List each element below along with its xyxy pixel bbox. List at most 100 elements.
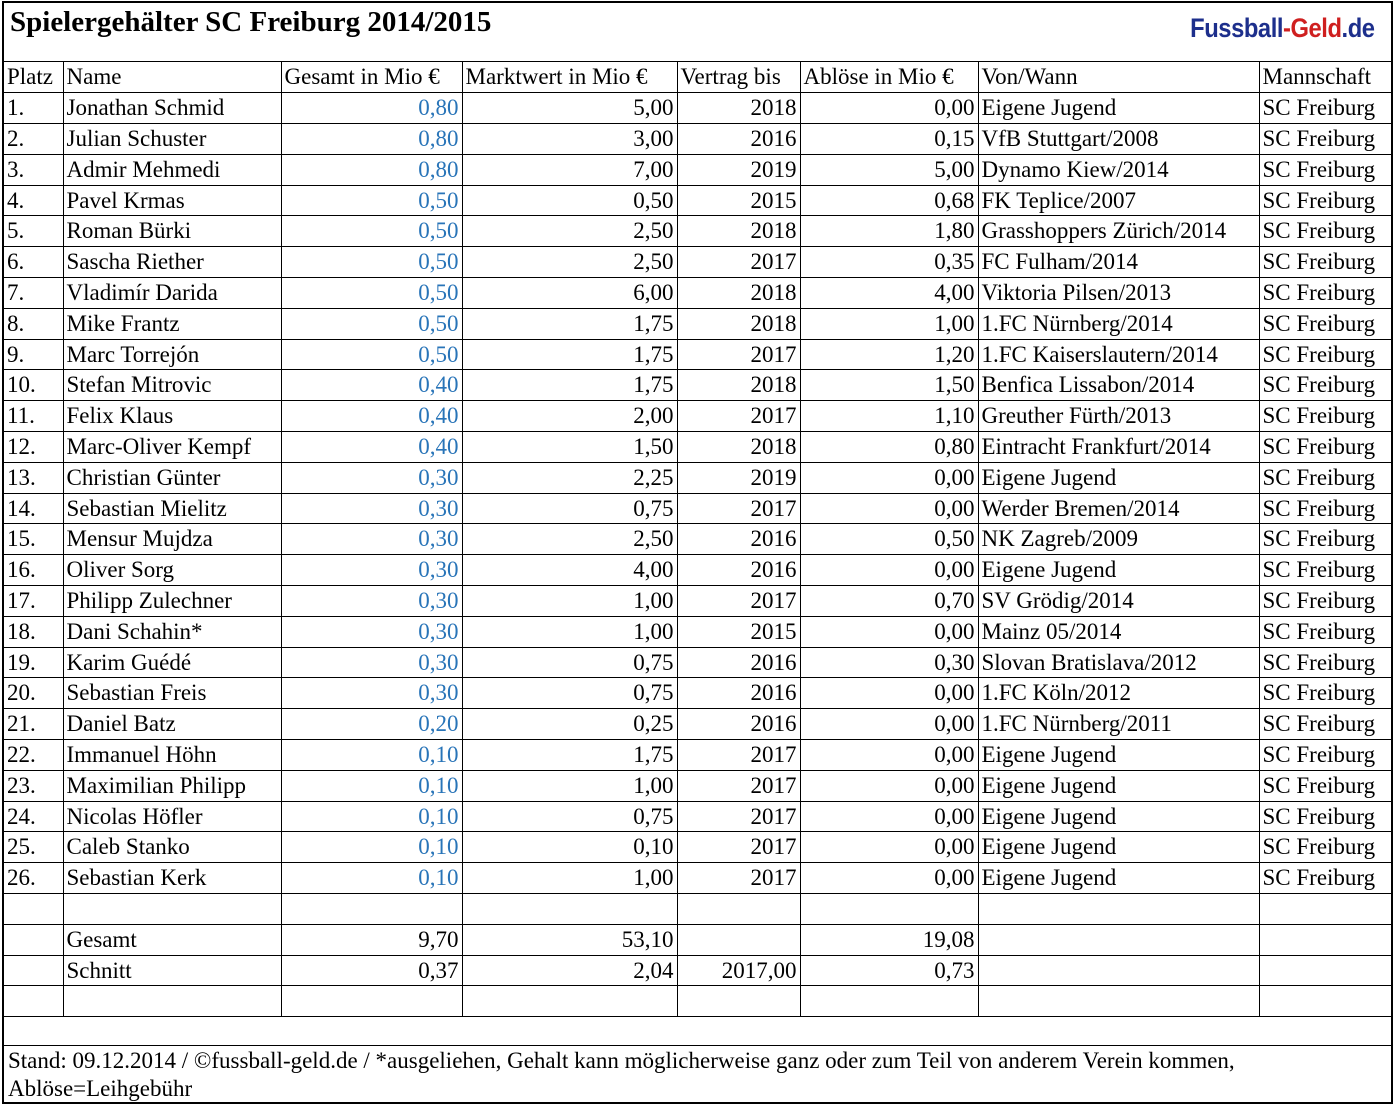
mannschaft-cell: SC Freiburg: [1258, 769, 1391, 802]
table-row: 26. Sebastian Kerk 0,10 1,00 2017 0,00 Eigene …: [4, 862, 1391, 895]
header-gesamt: Gesamt in Mio €: [280, 62, 463, 94]
title-row: Spielergehälter SC Freiburg 2014/2015 Fu…: [4, 3, 1391, 62]
platz-cell: 18.: [4, 615, 64, 648]
name-cell: Christian Günter: [62, 461, 282, 494]
von-wann-cell: Mainz 05/2014: [977, 615, 1260, 648]
marktwert-cell: 5,00: [461, 92, 678, 125]
marktwert-cell: 1,00: [461, 615, 678, 648]
platz-cell: 24.: [4, 800, 64, 833]
name-cell: Admir Mehmedi: [62, 153, 282, 186]
table-row: 4. Pavel Krmas 0,50 0,50 2015 0,68 FK Teplice/…: [4, 184, 1391, 217]
platz-cell: 3.: [4, 153, 64, 186]
marktwert-cell: 2,50: [461, 523, 678, 556]
gesamt-cell: 0,10: [280, 800, 463, 833]
table-row: 5. Roman Bürki 0,50 2,50 2018 1,80 Grasshopper…: [4, 215, 1391, 248]
table-row: 14. Sebastian Mielitz 0,30 0,75 2017 0,00 Werd…: [4, 492, 1391, 525]
mannschaft-cell: SC Freiburg: [1258, 615, 1391, 648]
table-row: 1. Jonathan Schmid 0,80 5,00 2018 0,00 Eigene …: [4, 92, 1391, 125]
vertrag-cell: 2018: [676, 215, 801, 248]
von-wann-cell: Greuther Fürth/2013: [977, 400, 1260, 433]
gesamt-cell: 0,30: [280, 585, 463, 617]
gesamt-cell: 0,50: [280, 338, 463, 371]
vertrag-cell: 2017: [676, 400, 801, 433]
abloese-cell: 0,00: [799, 769, 979, 802]
abloese-cell: 0,00: [799, 92, 979, 125]
marktwert-cell: 1,00: [461, 862, 678, 895]
platz-cell: 17.: [4, 585, 64, 617]
header-von-wann: Von/Wann: [977, 62, 1260, 94]
mannschaft-cell: SC Freiburg: [1258, 246, 1391, 279]
gesamt-cell: 0,30: [280, 523, 463, 556]
name-cell: Vladimír Darida: [62, 277, 282, 309]
table-row: 16. Oliver Sorg 0,30 4,00 2016 0,00 Eigene Jug…: [4, 554, 1391, 587]
von-wann-cell: Grasshoppers Zürich/2014: [977, 215, 1260, 248]
average-vertrag: 2017,00: [676, 954, 801, 987]
abloese-cell: 4,00: [799, 277, 979, 309]
table-row: 19. Karim Guédé 0,30 0,75 2016 0,30 Slovan Bra…: [4, 646, 1391, 679]
marktwert-cell: 0,75: [461, 800, 678, 833]
mannschaft-cell: SC Freiburg: [1258, 184, 1391, 217]
vertrag-cell: 2018: [676, 369, 801, 402]
table-row: 25. Caleb Stanko 0,10 0,10 2017 0,00 Eigene Ju…: [4, 831, 1391, 864]
abloese-cell: 0,35: [799, 246, 979, 279]
name-cell: Jonathan Schmid: [62, 92, 282, 125]
marktwert-cell: 3,00: [461, 123, 678, 155]
totals-label: Gesamt: [62, 923, 282, 956]
platz-cell: 2.: [4, 123, 64, 155]
table-row: 9. Marc Torrejón 0,50 1,75 2017 1,20 1.FC Kais…: [4, 338, 1391, 371]
mannschaft-cell: SC Freiburg: [1258, 862, 1391, 895]
player-rows: 1. Jonathan Schmid 0,80 5,00 2018 0,00 Eigene …: [4, 92, 1391, 895]
vertrag-cell: 2015: [676, 615, 801, 648]
vertrag-cell: 2016: [676, 123, 801, 155]
name-cell: Pavel Krmas: [62, 184, 282, 217]
table-row: 24. Nicolas Höfler 0,10 0,75 2017 0,00 Eigene …: [4, 800, 1391, 833]
gesamt-cell: 0,10: [280, 831, 463, 864]
gesamt-cell: 0,30: [280, 646, 463, 679]
platz-cell: 15.: [4, 523, 64, 556]
mannschaft-cell: SC Freiburg: [1258, 123, 1391, 155]
table-row: 22. Immanuel Höhn 0,10 1,75 2017 0,00 Eigene J…: [4, 739, 1391, 771]
summary-rows: Gesamt 9,70 53,10 19,08 Schnitt 0,37 2,0…: [4, 893, 1391, 1018]
table-row: 23. Maximilian Philipp 0,10 1,00 2017 0,00 Eig…: [4, 769, 1391, 802]
mannschaft-cell: SC Freiburg: [1258, 400, 1391, 433]
von-wann-cell: Eigene Jugend: [977, 554, 1260, 587]
name-cell: Marc-Oliver Kempf: [62, 431, 282, 463]
name-cell: Felix Klaus: [62, 400, 282, 433]
platz-cell: 20.: [4, 677, 64, 710]
platz-cell: 5.: [4, 215, 64, 248]
von-wann-cell: FK Teplice/2007: [977, 184, 1260, 217]
name-cell: Maximilian Philipp: [62, 769, 282, 802]
abloese-cell: 0,00: [799, 708, 979, 741]
header-name: Name: [62, 62, 282, 94]
vertrag-cell: 2017: [676, 769, 801, 802]
vertrag-cell: 2017: [676, 862, 801, 895]
mannschaft-cell: SC Freiburg: [1258, 800, 1391, 833]
totals-marktwert: 53,10: [461, 923, 678, 956]
gesamt-cell: 0,20: [280, 708, 463, 741]
gesamt-cell: 0,50: [280, 215, 463, 248]
platz-cell: 8.: [4, 307, 64, 340]
vertrag-cell: 2017: [676, 831, 801, 864]
gesamt-cell: 0,30: [280, 492, 463, 525]
brand-part-3: .de: [1341, 13, 1375, 43]
mannschaft-cell: SC Freiburg: [1258, 831, 1391, 864]
marktwert-cell: 1,75: [461, 739, 678, 771]
mannschaft-cell: SC Freiburg: [1258, 277, 1391, 309]
table-row: 21. Daniel Batz 0,20 0,25 2016 0,00 1.FC Nürnb…: [4, 708, 1391, 741]
mannschaft-cell: SC Freiburg: [1258, 492, 1391, 525]
mannschaft-cell: SC Freiburg: [1258, 708, 1391, 741]
marktwert-cell: 0,10: [461, 831, 678, 864]
marktwert-cell: 2,50: [461, 246, 678, 279]
platz-cell: 21.: [4, 708, 64, 741]
table-row: 6. Sascha Riether 0,50 2,50 2017 0,35 FC Fulha…: [4, 246, 1391, 279]
average-abloese: 0,73: [799, 954, 979, 987]
platz-cell: 26.: [4, 862, 64, 895]
von-wann-cell: SV Grödig/2014: [977, 585, 1260, 617]
abloese-cell: 5,00: [799, 153, 979, 186]
abloese-cell: 1,00: [799, 307, 979, 340]
vertrag-cell: 2017: [676, 585, 801, 617]
abloese-cell: 0,00: [799, 831, 979, 864]
von-wann-cell: 1.FC Nürnberg/2011: [977, 708, 1260, 741]
von-wann-cell: Werder Bremen/2014: [977, 492, 1260, 525]
marktwert-cell: 1,75: [461, 307, 678, 340]
